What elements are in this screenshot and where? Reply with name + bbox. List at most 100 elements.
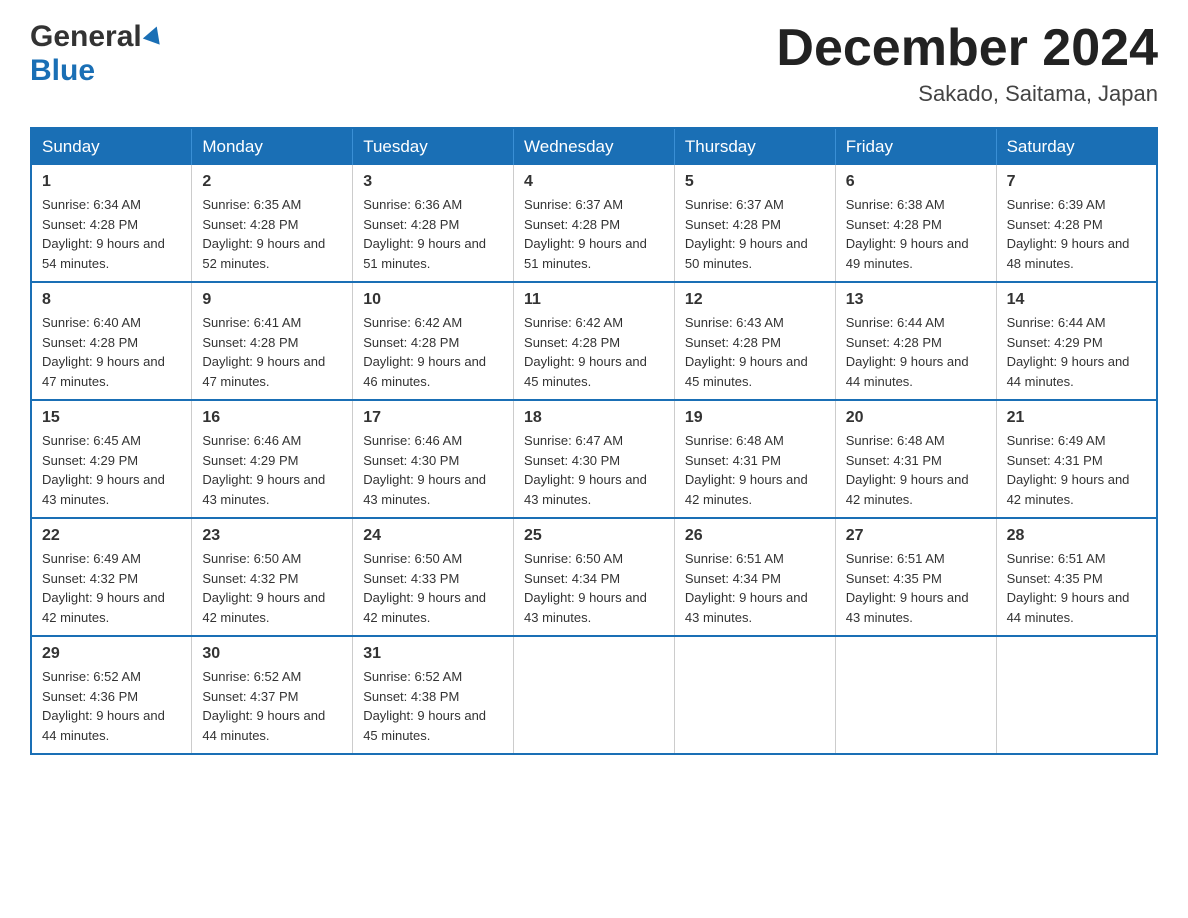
calendar-table: SundayMondayTuesdayWednesdayThursdayFrid… [30, 127, 1158, 755]
calendar-cell: 3 Sunrise: 6:36 AMSunset: 4:28 PMDayligh… [353, 165, 514, 282]
day-info: Sunrise: 6:37 AMSunset: 4:28 PMDaylight:… [524, 195, 664, 273]
day-info: Sunrise: 6:46 AMSunset: 4:30 PMDaylight:… [363, 431, 503, 509]
day-number: 24 [363, 527, 503, 545]
day-number: 3 [363, 173, 503, 191]
day-info: Sunrise: 6:34 AMSunset: 4:28 PMDaylight:… [42, 195, 181, 273]
month-title: December 2024 [776, 20, 1158, 77]
day-info: Sunrise: 6:44 AMSunset: 4:28 PMDaylight:… [846, 313, 986, 391]
calendar-cell: 11 Sunrise: 6:42 AMSunset: 4:28 PMDaylig… [514, 282, 675, 400]
calendar-cell: 28 Sunrise: 6:51 AMSunset: 4:35 PMDaylig… [996, 518, 1157, 636]
day-info: Sunrise: 6:49 AMSunset: 4:32 PMDaylight:… [42, 549, 181, 627]
calendar-cell: 24 Sunrise: 6:50 AMSunset: 4:33 PMDaylig… [353, 518, 514, 636]
day-number: 18 [524, 409, 664, 427]
calendar-week-row: 8 Sunrise: 6:40 AMSunset: 4:28 PMDayligh… [31, 282, 1157, 400]
calendar-week-row: 22 Sunrise: 6:49 AMSunset: 4:32 PMDaylig… [31, 518, 1157, 636]
day-info: Sunrise: 6:42 AMSunset: 4:28 PMDaylight:… [363, 313, 503, 391]
day-info: Sunrise: 6:50 AMSunset: 4:32 PMDaylight:… [202, 549, 342, 627]
calendar-cell: 2 Sunrise: 6:35 AMSunset: 4:28 PMDayligh… [192, 165, 353, 282]
day-info: Sunrise: 6:47 AMSunset: 4:30 PMDaylight:… [524, 431, 664, 509]
day-number: 9 [202, 291, 342, 309]
day-number: 25 [524, 527, 664, 545]
day-number: 5 [685, 173, 825, 191]
calendar-cell: 22 Sunrise: 6:49 AMSunset: 4:32 PMDaylig… [31, 518, 192, 636]
calendar-cell: 20 Sunrise: 6:48 AMSunset: 4:31 PMDaylig… [835, 400, 996, 518]
day-info: Sunrise: 6:46 AMSunset: 4:29 PMDaylight:… [202, 431, 342, 509]
calendar-cell: 30 Sunrise: 6:52 AMSunset: 4:37 PMDaylig… [192, 636, 353, 754]
day-info: Sunrise: 6:52 AMSunset: 4:36 PMDaylight:… [42, 667, 181, 745]
calendar-cell: 17 Sunrise: 6:46 AMSunset: 4:30 PMDaylig… [353, 400, 514, 518]
calendar-cell: 27 Sunrise: 6:51 AMSunset: 4:35 PMDaylig… [835, 518, 996, 636]
calendar-week-row: 1 Sunrise: 6:34 AMSunset: 4:28 PMDayligh… [31, 165, 1157, 282]
day-info: Sunrise: 6:51 AMSunset: 4:35 PMDaylight:… [1007, 549, 1146, 627]
day-info: Sunrise: 6:45 AMSunset: 4:29 PMDaylight:… [42, 431, 181, 509]
calendar-header-thursday: Thursday [674, 128, 835, 165]
calendar-cell: 8 Sunrise: 6:40 AMSunset: 4:28 PMDayligh… [31, 282, 192, 400]
day-number: 22 [42, 527, 181, 545]
logo: General Blue [30, 20, 163, 88]
day-info: Sunrise: 6:48 AMSunset: 4:31 PMDaylight:… [685, 431, 825, 509]
logo-triangle-icon [143, 23, 165, 44]
day-number: 6 [846, 173, 986, 191]
day-number: 19 [685, 409, 825, 427]
calendar-cell: 9 Sunrise: 6:41 AMSunset: 4:28 PMDayligh… [192, 282, 353, 400]
calendar-header-tuesday: Tuesday [353, 128, 514, 165]
day-info: Sunrise: 6:52 AMSunset: 4:38 PMDaylight:… [363, 667, 503, 745]
day-info: Sunrise: 6:51 AMSunset: 4:34 PMDaylight:… [685, 549, 825, 627]
calendar-header-monday: Monday [192, 128, 353, 165]
calendar-cell: 25 Sunrise: 6:50 AMSunset: 4:34 PMDaylig… [514, 518, 675, 636]
day-info: Sunrise: 6:37 AMSunset: 4:28 PMDaylight:… [685, 195, 825, 273]
day-number: 30 [202, 645, 342, 663]
calendar-cell: 1 Sunrise: 6:34 AMSunset: 4:28 PMDayligh… [31, 165, 192, 282]
day-info: Sunrise: 6:41 AMSunset: 4:28 PMDaylight:… [202, 313, 342, 391]
day-number: 20 [846, 409, 986, 427]
day-info: Sunrise: 6:49 AMSunset: 4:31 PMDaylight:… [1007, 431, 1146, 509]
day-info: Sunrise: 6:43 AMSunset: 4:28 PMDaylight:… [685, 313, 825, 391]
day-info: Sunrise: 6:44 AMSunset: 4:29 PMDaylight:… [1007, 313, 1146, 391]
calendar-cell [835, 636, 996, 754]
day-number: 8 [42, 291, 181, 309]
calendar-cell [514, 636, 675, 754]
calendar-cell: 14 Sunrise: 6:44 AMSunset: 4:29 PMDaylig… [996, 282, 1157, 400]
day-info: Sunrise: 6:40 AMSunset: 4:28 PMDaylight:… [42, 313, 181, 391]
day-info: Sunrise: 6:42 AMSunset: 4:28 PMDaylight:… [524, 313, 664, 391]
calendar-cell: 29 Sunrise: 6:52 AMSunset: 4:36 PMDaylig… [31, 636, 192, 754]
calendar-header-saturday: Saturday [996, 128, 1157, 165]
day-number: 29 [42, 645, 181, 663]
day-number: 10 [363, 291, 503, 309]
day-info: Sunrise: 6:36 AMSunset: 4:28 PMDaylight:… [363, 195, 503, 273]
calendar-week-row: 15 Sunrise: 6:45 AMSunset: 4:29 PMDaylig… [31, 400, 1157, 518]
page-header: General Blue December 2024 Sakado, Saita… [30, 20, 1158, 107]
calendar-cell: 4 Sunrise: 6:37 AMSunset: 4:28 PMDayligh… [514, 165, 675, 282]
calendar-cell: 15 Sunrise: 6:45 AMSunset: 4:29 PMDaylig… [31, 400, 192, 518]
day-info: Sunrise: 6:38 AMSunset: 4:28 PMDaylight:… [846, 195, 986, 273]
location-text: Sakado, Saitama, Japan [776, 81, 1158, 107]
calendar-cell: 21 Sunrise: 6:49 AMSunset: 4:31 PMDaylig… [996, 400, 1157, 518]
calendar-cell: 26 Sunrise: 6:51 AMSunset: 4:34 PMDaylig… [674, 518, 835, 636]
calendar-header-sunday: Sunday [31, 128, 192, 165]
calendar-cell: 19 Sunrise: 6:48 AMSunset: 4:31 PMDaylig… [674, 400, 835, 518]
calendar-week-row: 29 Sunrise: 6:52 AMSunset: 4:36 PMDaylig… [31, 636, 1157, 754]
calendar-cell: 31 Sunrise: 6:52 AMSunset: 4:38 PMDaylig… [353, 636, 514, 754]
day-info: Sunrise: 6:50 AMSunset: 4:34 PMDaylight:… [524, 549, 664, 627]
day-info: Sunrise: 6:50 AMSunset: 4:33 PMDaylight:… [363, 549, 503, 627]
logo-general-text: General [30, 20, 142, 54]
day-number: 4 [524, 173, 664, 191]
day-number: 11 [524, 291, 664, 309]
calendar-cell: 5 Sunrise: 6:37 AMSunset: 4:28 PMDayligh… [674, 165, 835, 282]
calendar-header-friday: Friday [835, 128, 996, 165]
day-number: 1 [42, 173, 181, 191]
day-number: 27 [846, 527, 986, 545]
day-info: Sunrise: 6:52 AMSunset: 4:37 PMDaylight:… [202, 667, 342, 745]
calendar-cell [996, 636, 1157, 754]
calendar-cell: 23 Sunrise: 6:50 AMSunset: 4:32 PMDaylig… [192, 518, 353, 636]
day-info: Sunrise: 6:48 AMSunset: 4:31 PMDaylight:… [846, 431, 986, 509]
calendar-cell: 13 Sunrise: 6:44 AMSunset: 4:28 PMDaylig… [835, 282, 996, 400]
day-info: Sunrise: 6:35 AMSunset: 4:28 PMDaylight:… [202, 195, 342, 273]
calendar-cell: 6 Sunrise: 6:38 AMSunset: 4:28 PMDayligh… [835, 165, 996, 282]
day-number: 15 [42, 409, 181, 427]
day-info: Sunrise: 6:51 AMSunset: 4:35 PMDaylight:… [846, 549, 986, 627]
calendar-cell: 10 Sunrise: 6:42 AMSunset: 4:28 PMDaylig… [353, 282, 514, 400]
day-number: 21 [1007, 409, 1146, 427]
calendar-cell [674, 636, 835, 754]
calendar-cell: 16 Sunrise: 6:46 AMSunset: 4:29 PMDaylig… [192, 400, 353, 518]
